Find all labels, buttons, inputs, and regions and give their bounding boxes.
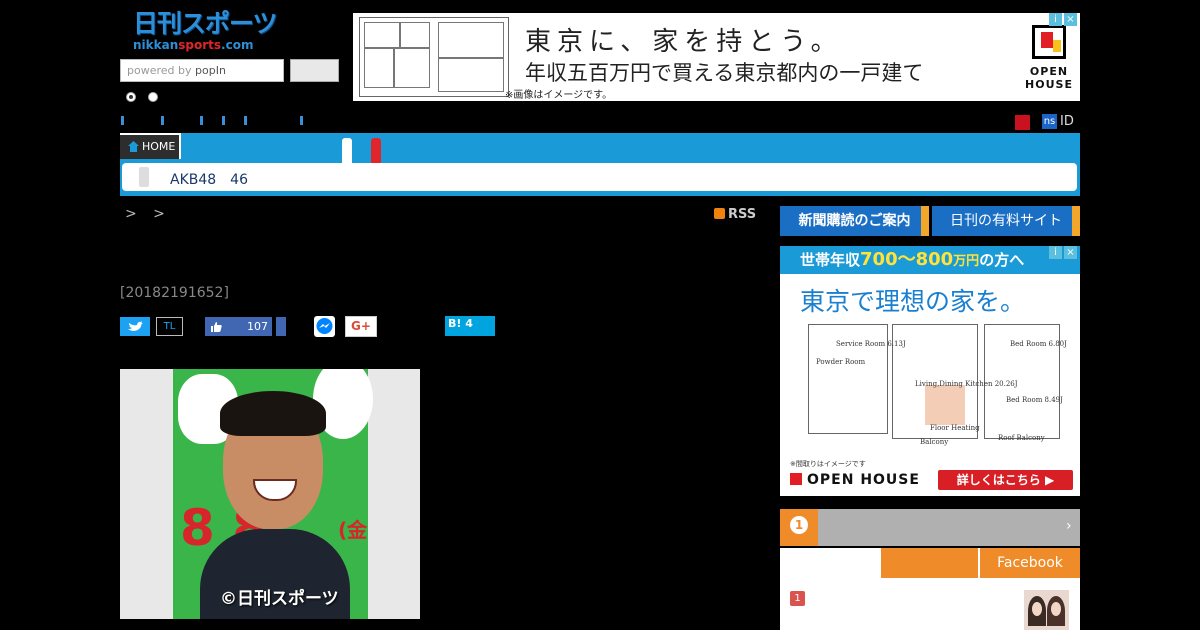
room-label: Floor Heating [930, 424, 980, 432]
subnav-link[interactable]: AKB48 46 [170, 169, 248, 189]
ad-close-icon[interactable]: × [1064, 13, 1077, 26]
google-plus-button[interactable]: G+ [345, 316, 377, 337]
nav-link-marker[interactable] [161, 116, 164, 125]
ad-note: ※画像はイメージです。 [505, 90, 613, 101]
room-label: Living,Dining Kitchen 20.26J [915, 380, 1018, 388]
rss-link[interactable]: RSS [714, 207, 756, 222]
open-house-mark-icon [1032, 25, 1066, 59]
ad-info-icon[interactable]: i [1049, 13, 1062, 26]
rank-number-badge: 1 [790, 591, 805, 606]
nav-link-marker[interactable] [300, 116, 303, 125]
home-icon [128, 141, 139, 152]
facebook-like-button[interactable]: 107 [205, 317, 272, 336]
rss-icon [714, 208, 725, 219]
open-house-brand: OPEN HOUSE [1025, 65, 1073, 91]
facebook-share-button[interactable] [276, 317, 286, 336]
messenger-share-button[interactable] [314, 316, 335, 337]
red-square-icon[interactable] [1015, 115, 1030, 130]
sidebar-ad-topline: 世帯年収700〜800万円の方へ [780, 246, 1080, 274]
logo-main-text: 日刊スポーツ [133, 9, 278, 38]
breadcrumb[interactable]: > > [125, 206, 171, 222]
twitter-share-button[interactable] [120, 317, 150, 336]
sidebar-ad-note: ※間取りはイメージです [790, 460, 866, 468]
nav-link-marker[interactable] [222, 116, 225, 125]
room-label: Roof Balcony [998, 434, 1045, 442]
tab-home-label: HOME [142, 140, 176, 153]
tab-facebook[interactable]: Facebook [980, 548, 1080, 578]
search-scope-radio-site[interactable] [126, 92, 136, 102]
hatena-label: B! 4 [448, 317, 473, 330]
ranking-thumbnail[interactable] [1024, 590, 1069, 630]
search-button[interactable] [290, 59, 339, 82]
messenger-icon [316, 318, 333, 334]
sidebar-ad[interactable]: 世帯年収700〜800万円の方へ 東京で理想の家を。 Service Room … [780, 246, 1080, 496]
newspaper-subscribe-button[interactable]: 新聞購読のご案内 [780, 206, 929, 236]
ns-badge[interactable]: ns [1042, 114, 1057, 129]
ranking-tab[interactable] [881, 548, 978, 578]
open-house-mark-icon [790, 473, 802, 485]
nav-link-marker[interactable] [121, 116, 124, 125]
ad-info-icon[interactable]: i [1049, 246, 1062, 259]
search-input[interactable]: powered by popIn [120, 59, 284, 82]
photo-person-hair [220, 391, 326, 436]
room-label: Bed Room 6.80J [1010, 340, 1067, 348]
thumbs-up-icon [211, 322, 222, 332]
id-login-link[interactable]: ID [1060, 114, 1074, 129]
sidebar-ad-headline: 東京で理想の家を。 [800, 287, 1026, 316]
article-date: [20182191652] [120, 285, 229, 301]
ad-choices[interactable]: i × [1047, 246, 1077, 259]
open-house-logo: OPEN HOUSE [1024, 25, 1074, 95]
nav-link-marker[interactable] [244, 116, 247, 125]
site-logo[interactable]: 日刊スポーツ nikkansports.com [133, 10, 288, 58]
room-label: Service Room 6.13J [836, 340, 906, 348]
tab-home[interactable]: HOME [120, 133, 181, 159]
ad-headline: 東京に、家を持とう。 [525, 27, 843, 57]
nav-tab-white[interactable] [342, 138, 352, 163]
ranking-medal-icon: 1 [780, 509, 818, 546]
floor-plan-image [359, 17, 509, 97]
chevron-right-icon[interactable]: › [1066, 518, 1072, 534]
sub-nav-bar: AKB48 46 [122, 163, 1077, 191]
ad-choices[interactable]: i × [1047, 13, 1077, 26]
photo-backdrop-text: (金 [338, 518, 368, 542]
nav-link-marker[interactable] [200, 116, 203, 125]
subnav-marker [139, 167, 149, 187]
room-label: Balcony [920, 438, 949, 446]
nav-tab-red[interactable] [371, 138, 381, 163]
paid-site-button[interactable]: 日刊の有料サイト [932, 206, 1080, 236]
ad-close-icon[interactable]: × [1064, 246, 1077, 259]
article-photo[interactable]: 8 8 (金 ©日刊スポーツ [120, 369, 420, 619]
photo-credit: ©日刊スポーツ [220, 589, 339, 609]
ad-subline: 年収五百万円で買える東京都内の一戸建て [525, 61, 924, 85]
search-scope-radio-web[interactable] [148, 92, 158, 102]
logo-domain-text: nikkansports.com [133, 38, 254, 52]
sidebar-ad-cta-button[interactable]: 詳しくはこちら ▶ [938, 470, 1073, 490]
ranking-header[interactable] [780, 509, 1080, 546]
twitter-bird-icon [128, 321, 143, 331]
room-label: Bed Room 8.49J [1006, 396, 1063, 404]
sidebar-ad-brand: OPEN HOUSE [790, 472, 920, 488]
room-label: Powder Room [816, 358, 866, 366]
like-count: 107 [247, 320, 268, 333]
search-placeholder: powered by popIn [127, 64, 226, 77]
top-banner-ad[interactable]: 東京に、家を持とう。 年収五百万円で買える東京都内の一戸建て ※画像はイメージで… [353, 13, 1080, 101]
twitter-timeline-button[interactable]: TL [156, 317, 183, 336]
hatena-bookmark-button[interactable]: B! 4 [445, 316, 495, 336]
